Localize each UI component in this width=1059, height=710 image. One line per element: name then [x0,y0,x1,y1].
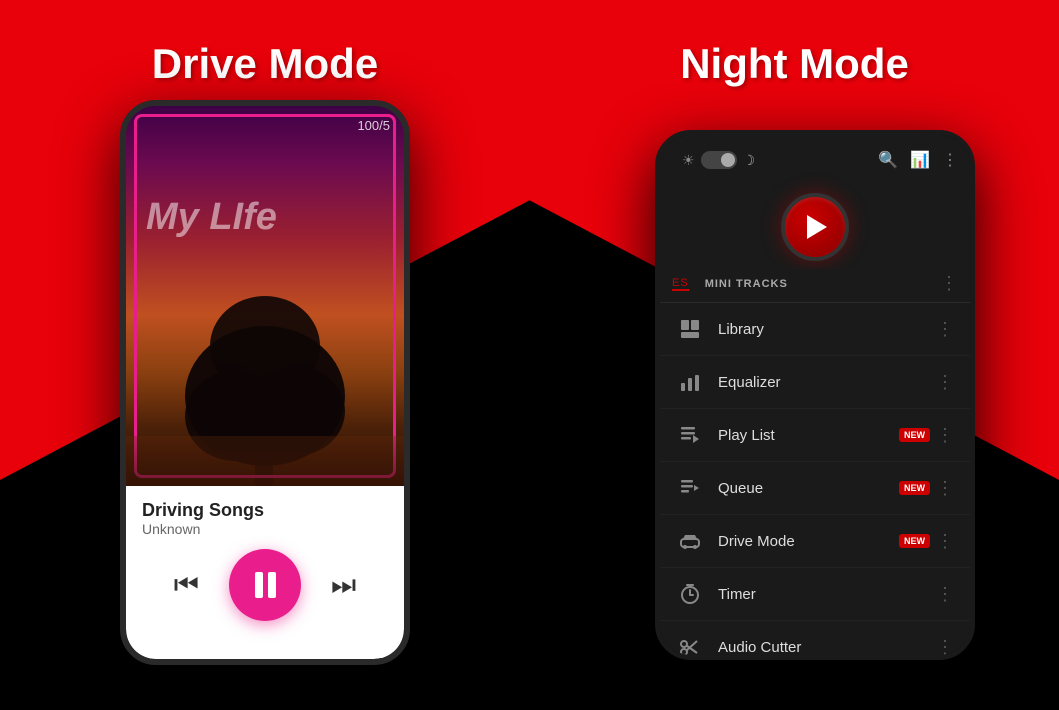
drive-mode-icon [676,527,704,555]
fast-forward-button[interactable]: ⏭ [331,569,356,602]
equalizer-icon[interactable]: 📊 [910,150,930,170]
playback-controls: ⏮ ⏭ [142,549,388,621]
library-more[interactable]: ⋮ [936,319,954,340]
song-artist: Unknown [142,521,388,537]
moon-icon: ☽ [743,152,756,169]
pause-bar-left [255,572,263,598]
sun-icon: ☀ [682,152,695,169]
night-mode-phone: ☀ ☽ 🔍 📊 ⋮ [655,130,975,660]
night-mode-title: Night Mode [680,40,909,88]
app-container: Drive Mode Night Mode [0,0,1059,710]
track-count: 100/5 [357,118,390,133]
nav-label-library: Library [718,321,936,338]
pause-button[interactable] [229,549,301,621]
album-art: 100/5 My LIfe [126,106,404,486]
queue-more[interactable]: ⋮ [936,478,954,499]
toggle-track[interactable] [701,151,737,169]
queue-new-badge: NEW [899,481,930,495]
nav-label-equalizer: Equalizer [718,374,936,391]
nav-item-queue[interactable]: Queue NEW ⋮ [660,462,970,515]
drive-mode-phone: 100/5 My LIfe Driving Songs Unknown ⏮ [120,100,410,665]
more-options-icon[interactable]: ⋮ [942,150,958,170]
playlist-more[interactable]: ⋮ [936,425,954,446]
night-mode-title-container: Night Mode [530,40,1059,88]
nav-drawer: Library ⋮ Equalizer ⋮ [660,303,970,655]
playlist-icon [676,421,704,449]
drive-mode-more[interactable]: ⋮ [936,531,954,552]
drive-mode-new-badge: NEW [899,534,930,548]
tab-bar: ES MINI TRACKS ⋮ [660,269,970,303]
drive-mode-title-container: Drive Mode [0,40,530,88]
song-name: Driving Songs [142,500,388,521]
song-title-watermark: My LIfe [146,196,277,239]
nav-item-audio-cutter[interactable]: Audio Cutter ⋮ [660,621,970,655]
nav-item-playlist[interactable]: Play List NEW ⋮ [660,409,970,462]
nav-label-queue: Queue [718,480,899,497]
tab-more-icon[interactable]: ⋮ [940,273,958,294]
drive-mode-title: Drive Mode [152,40,378,88]
equalizer-nav-icon [676,368,704,396]
pause-icon [255,572,276,598]
rewind-button[interactable]: ⏮ [174,569,199,602]
night-topbar: ☀ ☽ 🔍 📊 ⋮ [660,135,970,185]
nav-item-equalizer[interactable]: Equalizer ⋮ [660,356,970,409]
timer-icon [676,580,704,608]
pause-bar-right [268,572,276,598]
day-night-toggle[interactable]: ☀ ☽ [682,151,755,169]
library-icon [676,315,704,343]
audio-cutter-more[interactable]: ⋮ [936,637,954,656]
playlist-new-badge: NEW [899,428,930,442]
nav-item-drive-mode[interactable]: Drive Mode NEW ⋮ [660,515,970,568]
audio-cutter-icon [676,633,704,655]
night-play-button[interactable] [781,193,849,261]
night-play-area [660,185,970,269]
nav-item-library[interactable]: Library ⋮ [660,303,970,356]
search-icon[interactable]: 🔍 [878,150,898,170]
equalizer-more[interactable]: ⋮ [936,372,954,393]
nav-label-timer: Timer [718,586,936,603]
nav-label-drive-mode: Drive Mode [718,533,899,550]
tab-mini-tracks[interactable]: MINI TRACKS [705,278,788,290]
nav-label-playlist: Play List [718,427,899,444]
play-icon [807,215,827,239]
player-controls: Driving Songs Unknown ⏮ ⏭ [126,486,404,659]
timer-more[interactable]: ⋮ [936,584,954,605]
toggle-thumb [721,153,735,167]
tab-es[interactable]: ES [672,277,689,291]
song-info: Driving Songs Unknown [142,494,388,541]
nav-label-audio-cutter: Audio Cutter [718,639,936,656]
queue-icon [676,474,704,502]
nav-item-timer[interactable]: Timer ⋮ [660,568,970,621]
